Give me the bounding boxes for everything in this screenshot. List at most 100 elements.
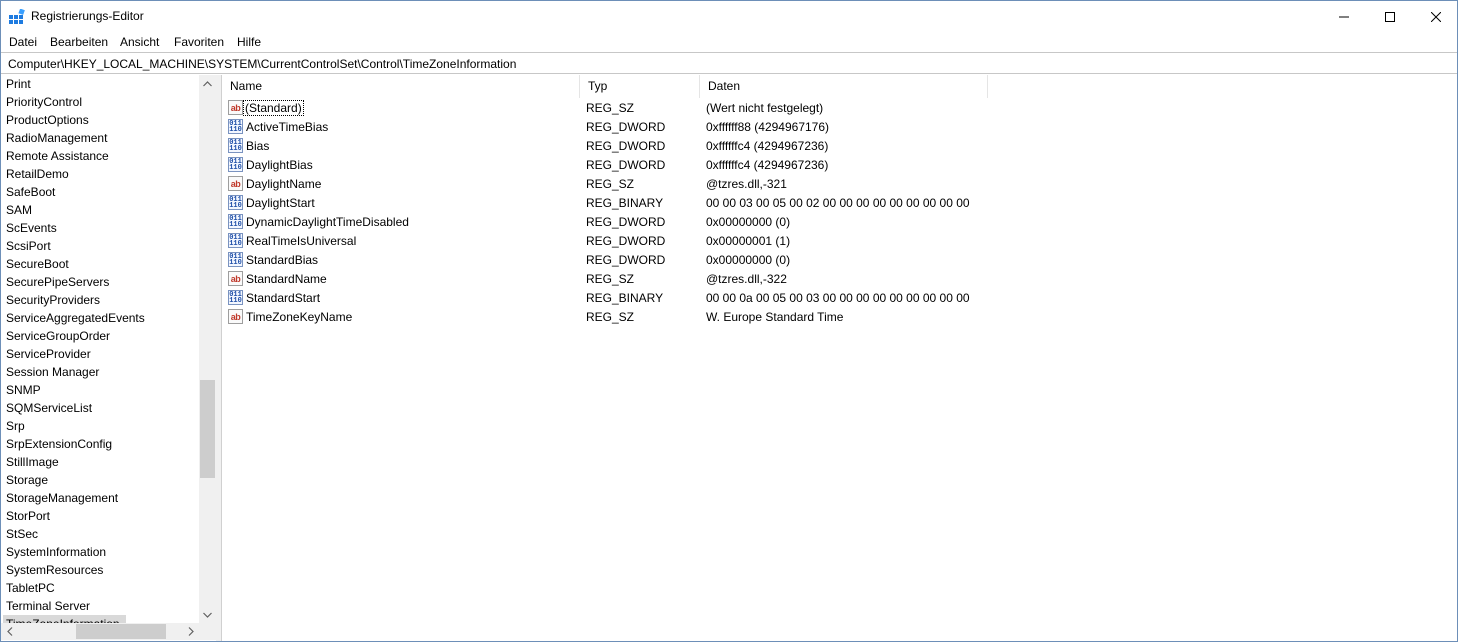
vertical-scroll-thumb[interactable] bbox=[200, 380, 215, 478]
menu-bar: Datei Bearbeiten Ansicht Favoriten Hilfe bbox=[1, 32, 1457, 52]
tree-horizontal-scrollbar[interactable] bbox=[1, 623, 199, 640]
value-data: @tzres.dll,-321 bbox=[706, 177, 787, 191]
address-bar[interactable]: Computer\HKEY_LOCAL_MACHINE\SYSTEM\Curre… bbox=[1, 52, 1457, 74]
tree-item[interactable]: TabletPC bbox=[6, 579, 55, 597]
tree-item[interactable]: StorPort bbox=[6, 507, 50, 525]
value-name: RealTimeIsUniversal bbox=[246, 234, 357, 248]
address-path[interactable]: Computer\HKEY_LOCAL_MACHINE\SYSTEM\Curre… bbox=[8, 57, 516, 71]
scroll-right-button[interactable] bbox=[182, 623, 199, 640]
value-row[interactable]: 011 110 DynamicDaylightTimeDisabled REG_D… bbox=[222, 213, 1222, 232]
scroll-left-button[interactable] bbox=[1, 623, 18, 640]
tree-item[interactable]: SafeBoot bbox=[6, 183, 55, 201]
value-row[interactable]: ab TimeZoneKeyName REG_SZ W. Europe Stan… bbox=[222, 308, 1222, 327]
string-value-icon: ab bbox=[228, 271, 243, 286]
value-data: 00 00 03 00 05 00 02 00 00 00 00 00 00 0… bbox=[706, 196, 970, 210]
tree-item[interactable]: ServiceGroupOrder bbox=[6, 327, 110, 345]
chevron-right-icon bbox=[188, 627, 194, 636]
tree-item[interactable]: PriorityControl bbox=[6, 93, 82, 111]
tree-item[interactable]: ServiceAggregatedEvents bbox=[6, 309, 145, 327]
value-type: REG_DWORD bbox=[586, 215, 666, 229]
value-type: REG_SZ bbox=[586, 272, 635, 286]
value-row[interactable]: 011 110 Bias REG_DWORD 0xffffffc4 (429496… bbox=[222, 137, 1222, 156]
value-name: Bias bbox=[246, 139, 270, 153]
horizontal-scroll-thumb[interactable] bbox=[76, 624, 166, 639]
value-row[interactable]: ab (Standard) REG_SZ (Wert nicht festgel… bbox=[222, 99, 1222, 118]
value-type: REG_DWORD bbox=[586, 234, 666, 248]
tree-item[interactable]: StillImage bbox=[6, 453, 59, 471]
tree-vertical-scrollbar[interactable] bbox=[199, 75, 216, 623]
column-header-type[interactable]: Typ bbox=[580, 75, 700, 98]
maximize-button[interactable] bbox=[1367, 1, 1413, 32]
value-data: 0x00000000 (0) bbox=[706, 215, 791, 229]
value-row[interactable]: ab DaylightName REG_SZ @tzres.dll,-321 bbox=[222, 175, 1222, 194]
value-row[interactable]: 011 110 DaylightBias REG_DWORD 0xffffffc4… bbox=[222, 156, 1222, 175]
menu-hilfe[interactable]: Hilfe bbox=[237, 35, 261, 49]
value-name: TimeZoneKeyName bbox=[246, 310, 353, 324]
value-data: 00 00 0a 00 05 00 03 00 00 00 00 00 00 0… bbox=[706, 291, 970, 305]
tree-item[interactable]: SQMServiceList bbox=[6, 399, 92, 417]
value-row[interactable]: 011 110 ActiveTimeBias REG_DWORD 0xffffff… bbox=[222, 118, 1222, 137]
binary-value-icon: 011 110 bbox=[228, 119, 243, 134]
value-type: REG_SZ bbox=[586, 101, 635, 115]
tree-item[interactable]: SystemInformation bbox=[6, 543, 106, 561]
key-tree-pane: Print PriorityControl ProductOptions Rad… bbox=[1, 75, 216, 641]
close-icon bbox=[1431, 11, 1441, 22]
tree-item[interactable]: ScsiPort bbox=[6, 237, 51, 255]
value-name: StandardStart bbox=[246, 291, 321, 305]
value-data: (Wert nicht festgelegt) bbox=[706, 101, 824, 115]
scroll-up-button[interactable] bbox=[199, 75, 216, 92]
value-name: StandardName bbox=[246, 272, 327, 286]
binary-value-icon: 011 110 bbox=[228, 157, 243, 172]
tree-item[interactable]: ScEvents bbox=[6, 219, 57, 237]
tree-item[interactable]: SNMP bbox=[6, 381, 41, 399]
binary-value-icon: 011 110 bbox=[228, 195, 243, 210]
minimize-icon bbox=[1339, 16, 1349, 17]
tree-item[interactable]: SecureBoot bbox=[6, 255, 69, 273]
binary-value-icon: 011 110 bbox=[228, 138, 243, 153]
value-row[interactable]: 011 110 StandardStart REG_BINARY 00 00 0a… bbox=[222, 289, 1222, 308]
value-type: REG_BINARY bbox=[586, 291, 664, 305]
tree-item[interactable]: SecurePipeServers bbox=[6, 273, 109, 291]
tree-item[interactable]: Print bbox=[6, 75, 31, 93]
value-row[interactable]: 011 110 RealTimeIsUniversal REG_DWORD 0x0… bbox=[222, 232, 1222, 251]
value-type: REG_DWORD bbox=[586, 253, 666, 267]
binary-value-icon: 011 110 bbox=[228, 252, 243, 267]
title-bar[interactable]: Registrierungs-Editor bbox=[1, 1, 1457, 32]
value-type: REG_BINARY bbox=[586, 196, 664, 210]
tree-item[interactable]: StSec bbox=[6, 525, 38, 543]
tree-item[interactable]: Remote Assistance bbox=[6, 147, 109, 165]
value-row[interactable]: 011 110 DaylightStart REG_BINARY 00 00 03… bbox=[222, 194, 1222, 213]
chevron-left-icon bbox=[6, 627, 12, 636]
tree-item[interactable]: SecurityProviders bbox=[6, 291, 100, 309]
menu-favoriten[interactable]: Favoriten bbox=[174, 35, 224, 49]
tree-item[interactable]: Session Manager bbox=[6, 363, 99, 381]
menu-bearbeiten[interactable]: Bearbeiten bbox=[50, 35, 108, 49]
value-name: DaylightName bbox=[246, 177, 322, 191]
value-row[interactable]: ab StandardName REG_SZ @tzres.dll,-322 bbox=[222, 270, 1222, 289]
menu-datei[interactable]: Datei bbox=[9, 35, 37, 49]
tree-item[interactable]: RetailDemo bbox=[6, 165, 69, 183]
column-header-name[interactable]: Name bbox=[222, 75, 580, 98]
tree-item[interactable]: ServiceProvider bbox=[6, 345, 91, 363]
close-button[interactable] bbox=[1413, 1, 1458, 32]
string-value-icon: ab bbox=[228, 176, 243, 191]
tree-item[interactable]: SrpExtensionConfig bbox=[6, 435, 112, 453]
menu-ansicht[interactable]: Ansicht bbox=[120, 35, 159, 49]
value-name: (Standard) bbox=[243, 100, 304, 116]
tree-item[interactable]: Srp bbox=[6, 417, 25, 435]
column-header-data[interactable]: Daten bbox=[700, 75, 988, 98]
minimize-button[interactable] bbox=[1321, 1, 1367, 32]
tree-item[interactable]: SAM bbox=[6, 201, 32, 219]
value-type: REG_DWORD bbox=[586, 139, 666, 153]
tree-item[interactable]: Terminal Server bbox=[6, 597, 90, 615]
value-data: 0xffffffc4 (4294967236) bbox=[706, 158, 829, 172]
value-row[interactable]: 011 110 StandardBias REG_DWORD 0x00000000… bbox=[222, 251, 1222, 270]
tree-item[interactable]: Storage bbox=[6, 471, 48, 489]
value-data: 0x00000000 (0) bbox=[706, 253, 791, 267]
tree-item[interactable]: RadioManagement bbox=[6, 129, 107, 147]
tree-item[interactable]: StorageManagement bbox=[6, 489, 118, 507]
tree-item[interactable]: SystemResources bbox=[6, 561, 103, 579]
tree-item[interactable]: ProductOptions bbox=[6, 111, 89, 129]
scroll-down-button[interactable] bbox=[199, 606, 216, 623]
tree-item-selected[interactable]: TimeZoneInformation bbox=[3, 615, 126, 623]
